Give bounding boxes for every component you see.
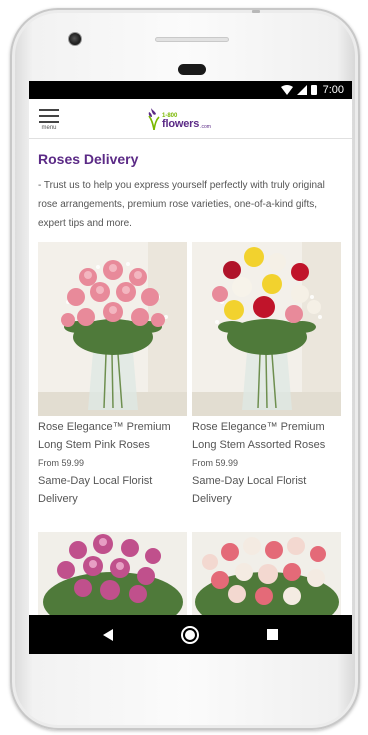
logo-suffix: .com [200, 123, 211, 130]
product-image[interactable] [38, 242, 187, 416]
wifi-icon [280, 85, 293, 95]
product-delivery: Same-Day Local Florist Delivery [192, 475, 307, 505]
product-card[interactable]: Rose Elegance™ Premium Long Stem Pink Ro… [38, 242, 187, 508]
page-content: Roses Delivery - Trust us to help you ex… [29, 140, 352, 615]
signal-icon [296, 85, 307, 95]
top-speaker-grill [155, 37, 229, 42]
product-price: From 59.99 [192, 458, 239, 468]
product-image[interactable] [192, 532, 341, 615]
menu-button[interactable]: menu [29, 99, 69, 139]
page-title: Roses Delivery [38, 151, 139, 167]
earpiece-speaker [178, 64, 206, 75]
recents-square-icon[interactable] [267, 629, 278, 640]
product-card[interactable]: Rose Elegance™ Premium Long Stem Assorte… [192, 242, 341, 508]
battery-icon [310, 85, 317, 95]
status-time: 7:00 [322, 84, 344, 96]
product-card[interactable] [38, 532, 187, 615]
product-image[interactable] [192, 242, 341, 416]
status-bar: 7:00 [29, 81, 352, 99]
product-price: From 59.99 [38, 458, 85, 468]
product-delivery: Same-Day Local Florist Delivery [38, 475, 153, 505]
front-camera [68, 32, 82, 46]
page-intro: - Trust us to help you express yourself … [38, 180, 325, 229]
logo-wordmark: flowers [162, 117, 200, 130]
android-nav-bar [29, 615, 352, 654]
product-name[interactable]: Rose Elegance™ Premium Long Stem Assorte… [192, 418, 341, 454]
product-name[interactable]: Rose Elegance™ Premium Long Stem Pink Ro… [38, 418, 187, 454]
purple-roses-bouquet-image [38, 532, 187, 615]
back-triangle-icon[interactable] [103, 628, 113, 641]
power-button [252, 10, 260, 13]
product-image[interactable] [38, 532, 187, 615]
phone-screen: 7:00 menu 1-800 flowers .com Roses Deliv… [29, 81, 352, 654]
home-circle-icon[interactable] [181, 625, 199, 644]
flower-logo-icon [148, 107, 160, 130]
menu-label: menu [41, 124, 57, 131]
pink-roses-bouquet-image [38, 242, 187, 416]
site-logo[interactable]: 1-800 flowers .com [147, 107, 211, 130]
product-card[interactable] [192, 532, 341, 615]
hamburger-menu-icon [39, 108, 59, 123]
logo-text: 1-800 flowers [162, 113, 199, 130]
status-icons [280, 85, 317, 95]
assorted-roses-bouquet-image [192, 242, 341, 416]
mixed-roses-bouquet-image [192, 532, 341, 615]
app-header: menu 1-800 flowers .com [29, 99, 352, 139]
